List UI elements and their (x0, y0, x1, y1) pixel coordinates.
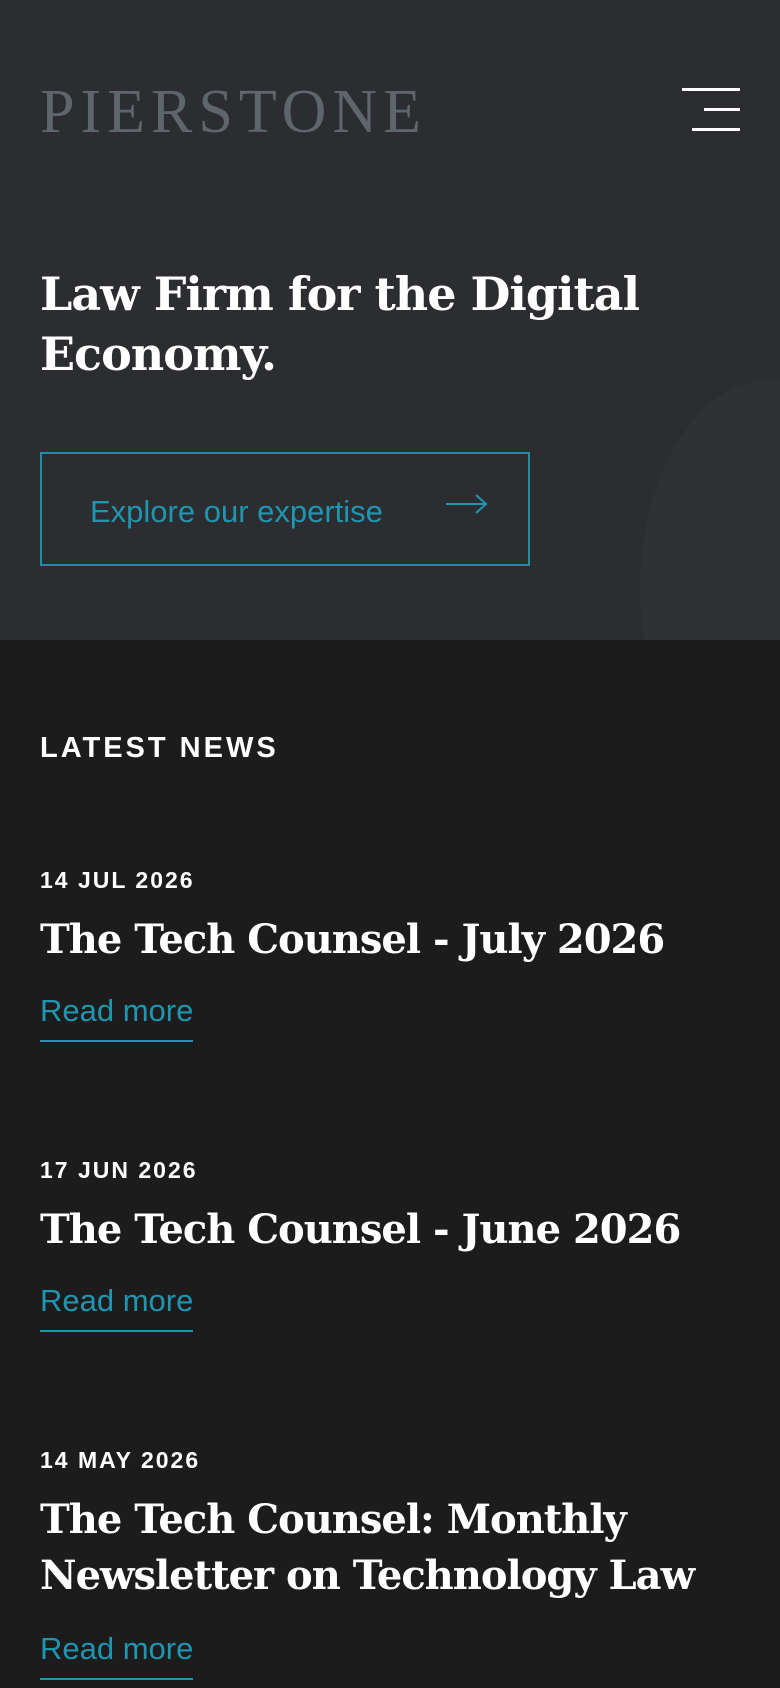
news-title[interactable]: The Tech Counsel - July 2026 (40, 912, 720, 968)
read-more-link[interactable]: Read more (40, 1282, 194, 1332)
menu-bar-top (682, 88, 740, 91)
news-date: 14 JUL 2026 (40, 867, 195, 893)
news-date: 17 JUN 2026 (40, 1157, 198, 1183)
site-logo[interactable]: PIERSTONE (40, 76, 427, 148)
latest-news-heading: LATEST NEWS (40, 732, 279, 764)
explore-expertise-button[interactable]: Explore our expertise (40, 452, 530, 566)
hero-section: PIERSTONE Law Firm for the Digital Econo… (0, 0, 780, 640)
read-more-link[interactable]: Read more (40, 992, 194, 1042)
read-more-link[interactable]: Read more (40, 1630, 194, 1680)
menu-button[interactable] (682, 88, 740, 134)
menu-bar-bottom (692, 128, 740, 131)
hero-background-shape (640, 380, 780, 640)
latest-news-section: LATEST NEWS 14 JUL 2026 The Tech Counsel… (0, 640, 780, 1688)
news-title[interactable]: The Tech Counsel - June 2026 (40, 1202, 720, 1258)
hero-title: Law Firm for the Digital Economy. (40, 267, 640, 381)
news-title[interactable]: The Tech Counsel: Monthly Newsletter on … (40, 1492, 720, 1604)
explore-expertise-label: Explore our expertise (90, 494, 383, 529)
menu-bar-middle (704, 108, 740, 111)
arrow-right-icon (446, 494, 488, 514)
news-date: 14 MAY 2026 (40, 1447, 201, 1473)
